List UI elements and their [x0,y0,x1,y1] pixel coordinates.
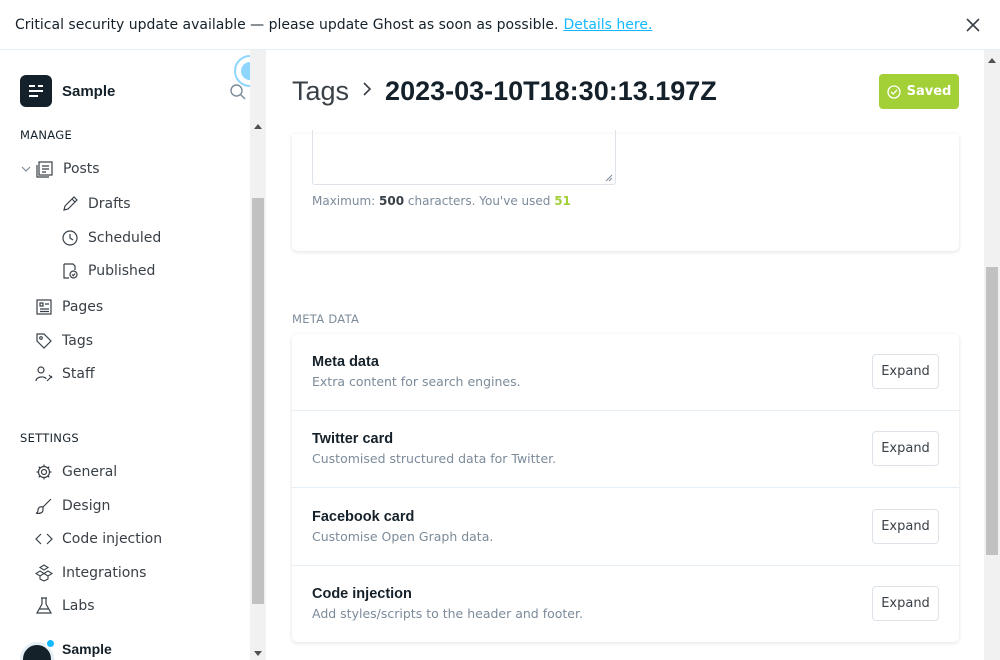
search-icon[interactable] [229,83,247,105]
manage-section-title: MANAGE [20,128,73,142]
scroll-up-arrow-icon[interactable] [988,58,996,63]
row-title: Meta data [312,354,379,370]
sidebar-item-drafts[interactable]: Drafts [61,195,131,213]
meta-row-facebook-card: Facebook card Customise Open Graph data.… [292,489,959,566]
sidebar-item-label: Integrations [62,565,147,581]
row-description: Add styles/scripts to the header and foo… [312,606,583,621]
chevron-down-icon[interactable] [216,654,228,660]
breadcrumb-tags[interactable]: Tags [292,76,349,107]
sidebar-item-general[interactable]: General [35,463,117,481]
pencil-icon [61,195,79,213]
site-brand[interactable]: Sample [20,75,115,107]
sidebar-item-tags[interactable]: Tags [35,332,93,350]
sidebar-item-label: Pages [62,299,104,315]
chevron-down-icon[interactable] [20,160,32,178]
meta-card: Meta data Extra content for search engin… [292,334,959,642]
scroll-up-arrow-icon[interactable] [254,124,262,129]
resize-grip-icon[interactable] [605,174,613,182]
published-icon [61,262,79,280]
counter-used: 51 [554,194,571,208]
sidebar-item-published[interactable]: Published [61,262,155,280]
sidebar-item-label: Drafts [88,196,131,212]
sidebar-item-integrations[interactable]: Integrations [35,564,146,582]
sidebar-item-label: Tags [62,333,93,349]
counter-middle: characters. You've used [407,194,551,208]
main-content: Tags 2023-03-10T18:30:13.197Z Saved Maxi… [266,50,984,660]
pages-icon [35,298,53,316]
row-description: Customised structured data for Twitter. [312,451,557,466]
sidebar-item-posts[interactable]: Posts [20,160,100,178]
row-description: Customise Open Graph data. [312,529,494,544]
meta-row-meta-data: Meta data Extra content for search engin… [292,334,959,411]
sidebar-item-label: General [62,464,118,480]
user-name: Sample [62,641,112,657]
sidebar-item-label: Labs [62,598,95,614]
meta-row-code-injection: Code injection Add styles/scripts to the… [292,566,959,643]
user-menu[interactable]: Sample [20,638,112,660]
clock-icon [61,229,79,247]
main-scrollbar[interactable] [984,50,1000,660]
sidebar-item-pages[interactable]: Pages [35,298,103,316]
sidebar-item-code-injection[interactable]: Code injection [35,530,162,548]
sidebar-item-label: Design [62,498,111,514]
row-title: Facebook card [312,509,415,525]
check-circle-icon [886,84,901,99]
sidebar-item-label: Posts [63,161,100,177]
sidebar-item-label: Published [88,263,156,279]
banner-message: Critical security update available — ple… [15,16,559,33]
description-card: Maximum: 500 characters. You've used 51 [292,130,959,251]
sidebar-item-label: Staff [62,366,95,382]
meta-row-twitter-card: Twitter card Customised structured data … [292,411,959,488]
scroll-down-arrow-icon[interactable] [254,651,262,656]
saved-label: Saved [906,84,952,99]
counter-max: 500 [379,194,405,208]
close-icon[interactable] [963,15,983,35]
site-name: Sample [62,82,116,100]
sidebar-scrollbar[interactable] [250,50,266,660]
sidebar-item-label: Code injection [62,531,163,547]
scrollbar-thumb[interactable] [252,198,264,604]
scrollbar-thumb[interactable] [986,267,998,555]
expand-twitter-card-button[interactable]: Expand [872,431,939,466]
counter-prefix: Maximum: [312,194,376,208]
sidebar: Sample MANAGE Posts Drafts Scheduled Pub… [0,50,250,660]
page-title: 2023-03-10T18:30:13.197Z [385,76,717,106]
flask-icon [35,597,53,615]
site-logo-icon [20,75,52,107]
gear-icon [35,463,53,481]
brush-icon [35,497,53,515]
sidebar-item-staff[interactable]: Staff [35,365,95,383]
tag-icon [35,332,53,350]
staff-icon [35,365,53,383]
sidebar-item-design[interactable]: Design [35,497,110,515]
expand-meta-data-button[interactable]: Expand [872,354,939,389]
sidebar-item-label: Scheduled [88,230,162,246]
expand-code-injection-button[interactable]: Expand [872,586,939,621]
sidebar-item-scheduled[interactable]: Scheduled [61,229,161,247]
security-banner: Critical security update available — ple… [0,0,1000,50]
page-header: Tags 2023-03-10T18:30:13.197Z [292,76,717,107]
row-title: Code injection [312,586,412,602]
expand-facebook-card-button[interactable]: Expand [872,509,939,544]
row-description: Extra content for search engines. [312,374,521,389]
integrations-icon [35,564,53,582]
code-icon [35,530,53,548]
banner-details-link[interactable]: Details here. [563,17,652,33]
settings-section-title: SETTINGS [20,431,80,445]
posts-icon [36,160,54,178]
saved-button[interactable]: Saved [879,74,959,109]
description-textarea[interactable] [312,130,616,185]
sidebar-item-labs[interactable]: Labs [35,597,95,615]
row-title: Twitter card [312,431,394,447]
meta-section-label: META DATA [292,312,360,326]
character-counter: Maximum: 500 characters. You've used 51 [312,194,571,208]
chevron-right-icon [361,80,373,103]
notification-dot [45,638,56,649]
